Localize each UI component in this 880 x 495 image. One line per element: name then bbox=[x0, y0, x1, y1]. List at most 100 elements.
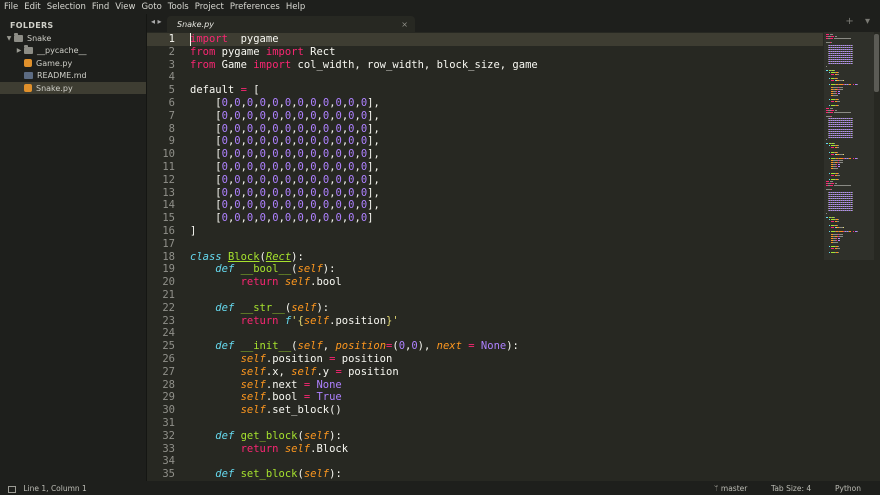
minimap-stroke bbox=[851, 61, 853, 63]
minimap-stroke bbox=[828, 246, 830, 248]
code-line[interactable]: from Game import col_width, row_width, b… bbox=[190, 59, 538, 72]
code-line[interactable]: [0,0,0,0,0,0,0,0,0,0,0,0], bbox=[190, 161, 380, 174]
sidebar-item[interactable]: README.md bbox=[0, 70, 146, 82]
syntax-selector[interactable]: Python bbox=[835, 484, 861, 493]
code-line[interactable]: self.x, self.y = position bbox=[190, 366, 399, 379]
code-token: .x, bbox=[265, 365, 292, 378]
menu-preferences[interactable]: Preferences bbox=[226, 0, 282, 14]
minimap-stroke bbox=[834, 36, 837, 38]
menu-file[interactable]: File bbox=[0, 0, 20, 14]
disclosure-arrow-icon[interactable]: ▶ bbox=[14, 47, 24, 54]
git-branch[interactable]: ᛘ master bbox=[714, 484, 747, 493]
tab-nav-arrows[interactable]: ◂ ▸ bbox=[151, 17, 162, 26]
sidebar-item[interactable]: ▼ Snake bbox=[0, 32, 146, 44]
menu-selection[interactable]: Selection bbox=[43, 0, 88, 14]
menu-tools[interactable]: Tools bbox=[164, 0, 191, 14]
menu-goto[interactable]: Goto bbox=[137, 0, 163, 14]
menu-help[interactable]: Help bbox=[282, 0, 307, 14]
code-token: [ bbox=[246, 84, 260, 97]
code-line[interactable]: [0,0,0,0,0,0,0,0,0,0,0,0], bbox=[190, 135, 380, 148]
code-token: ): bbox=[506, 340, 519, 353]
code-line[interactable]: return self.Block bbox=[190, 443, 349, 456]
code-line[interactable]: def __str__(self): bbox=[190, 302, 329, 315]
minimap-stroke bbox=[838, 218, 840, 220]
minimap-stroke bbox=[851, 118, 853, 119]
code-token: ], bbox=[367, 186, 380, 199]
minimap-stroke bbox=[838, 246, 840, 248]
code-line[interactable]: [0,0,0,0,0,0,0,0,0,0,0,0], bbox=[190, 148, 380, 161]
code-line[interactable]: def set_block(self): bbox=[190, 468, 341, 481]
menu-project[interactable]: Project bbox=[191, 0, 226, 14]
code-line[interactable]: [0,0,0,0,0,0,0,0,0,0,0,0], bbox=[190, 199, 380, 212]
tab-size[interactable]: Tab Size: 4 bbox=[771, 484, 811, 493]
code-token: col_width, row_width, block_size, game bbox=[291, 58, 538, 71]
minimap-stroke bbox=[837, 174, 841, 176]
tab-snake-py[interactable]: Snake.py × bbox=[167, 16, 415, 32]
minimap-stroke bbox=[828, 157, 830, 159]
code-line[interactable]: self.next = None bbox=[190, 379, 342, 392]
code-line[interactable]: def __init__(self, position=(0,0), next … bbox=[190, 340, 519, 353]
code-token: None bbox=[316, 378, 342, 391]
code-line[interactable]: self.bool = True bbox=[190, 391, 342, 404]
code-line[interactable]: [0,0,0,0,0,0,0,0,0,0,0,0] bbox=[190, 212, 373, 225]
code-line[interactable]: [0,0,0,0,0,0,0,0,0,0,0,0], bbox=[190, 187, 380, 200]
sidebar-item[interactable]: ▶ __pycache__ bbox=[0, 45, 146, 57]
line-number: 32 bbox=[162, 429, 175, 442]
disclosure-arrow-icon[interactable]: ▼ bbox=[4, 35, 14, 42]
code-line[interactable]: [0,0,0,0,0,0,0,0,0,0,0,0], bbox=[190, 97, 380, 110]
code-line[interactable]: from pygame import Rect bbox=[190, 46, 335, 59]
line-number-gutter: 1 2 3 4 5 6 7 8 9 10 11 12 13 14 15 16 17 18 19 20 21 22 23 24 2… bbox=[147, 32, 185, 481]
menu-view[interactable]: View bbox=[111, 0, 137, 14]
code-line[interactable]: def __bool__(self): bbox=[190, 263, 335, 276]
line-number: 23 bbox=[162, 314, 175, 327]
code-line[interactable]: [0,0,0,0,0,0,0,0,0,0,0,0], bbox=[190, 123, 380, 136]
code-line[interactable]: default = [ bbox=[190, 84, 260, 97]
code-token: [ bbox=[190, 97, 222, 109]
code-line[interactable]: import pygame bbox=[190, 33, 279, 46]
line-number: 25 bbox=[162, 340, 175, 353]
minimap-stroke bbox=[851, 59, 853, 61]
minimap-stroke bbox=[851, 124, 853, 126]
panel-toggle-icon[interactable] bbox=[8, 485, 16, 493]
sidebar-item[interactable]: Game.py bbox=[0, 57, 146, 69]
code-token: import bbox=[265, 45, 304, 58]
minimap-stroke bbox=[851, 210, 853, 212]
close-icon[interactable]: × bbox=[401, 20, 408, 29]
line-number: 30 bbox=[162, 404, 175, 417]
code-line[interactable]: ] bbox=[190, 225, 196, 238]
menu-edit[interactable]: Edit bbox=[20, 0, 42, 14]
code-token: def bbox=[215, 263, 235, 276]
code-token: self bbox=[291, 301, 317, 314]
code-line[interactable]: return self.bool bbox=[190, 276, 342, 289]
text-cursor bbox=[190, 33, 191, 46]
line-number: 13 bbox=[162, 186, 175, 199]
minimap-stroke bbox=[835, 92, 837, 94]
minimap-stroke bbox=[837, 147, 840, 149]
code-token: ): bbox=[329, 429, 342, 442]
vertical-scrollbar[interactable] bbox=[874, 34, 879, 92]
code-line[interactable]: class Block(Rect): bbox=[190, 251, 304, 264]
tab-controls[interactable]: + ▾ bbox=[845, 16, 874, 27]
line-number: 8 bbox=[168, 122, 175, 135]
code-line[interactable]: [0,0,0,0,0,0,0,0,0,0,0,0], bbox=[190, 174, 380, 187]
minimap-stroke bbox=[828, 172, 830, 174]
code-token: return bbox=[240, 276, 279, 289]
sidebar-item[interactable]: Snake.py bbox=[0, 82, 146, 94]
minimap[interactable] bbox=[824, 32, 874, 481]
menu-find[interactable]: Find bbox=[88, 0, 111, 14]
minimap-stroke bbox=[843, 153, 845, 155]
code-line[interactable]: self.position = position bbox=[190, 353, 393, 366]
code-token: import bbox=[253, 58, 292, 71]
folder-open-icon bbox=[14, 32, 23, 42]
code-line[interactable]: [0,0,0,0,0,0,0,0,0,0,0,0], bbox=[190, 110, 380, 123]
minimap-stroke bbox=[838, 252, 840, 254]
minimap-stroke bbox=[838, 166, 841, 168]
code-token: Rect bbox=[303, 45, 336, 58]
code-line[interactable]: def get_block(self): bbox=[190, 429, 342, 443]
code-line[interactable]: self.set_block() bbox=[190, 404, 342, 417]
minimap-stroke bbox=[838, 164, 841, 166]
code-editor[interactable]: 1 2 3 4 5 6 7 8 9 10 11 12 13 14 15 16 17 18 19 20 21 22 23 24 2… bbox=[147, 32, 880, 481]
code-line[interactable]: return f'{self.position}' bbox=[190, 315, 399, 328]
minimap-stroke bbox=[837, 220, 840, 222]
